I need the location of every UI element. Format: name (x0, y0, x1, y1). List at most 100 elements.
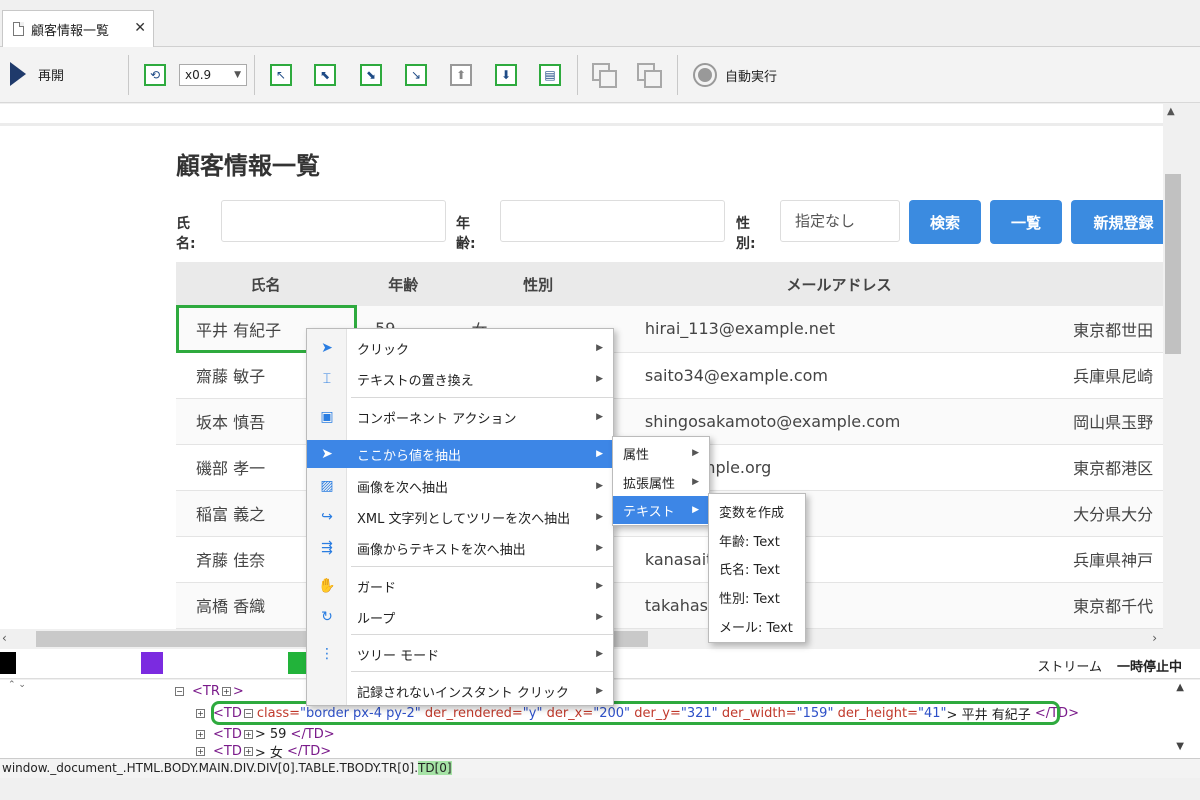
close-tab-icon[interactable]: ✕ (134, 20, 146, 36)
submenu-item-name-text[interactable]: 氏名: Text (709, 554, 805, 582)
cell-address[interactable]: 大分県大分 (1053, 490, 1163, 537)
select-parent-icon[interactable]: ↖ (270, 64, 292, 86)
tree-node-td[interactable]: + <TD + > 女 </TD> (196, 744, 331, 758)
cell-address[interactable]: 東京都世田 (1053, 306, 1163, 353)
cell-address[interactable]: 東京都千代 (1053, 582, 1163, 629)
element-path-selected: TD[0] (418, 761, 452, 775)
submenu-item-gender-text[interactable]: 性別: Text (709, 583, 805, 611)
scroll-left-icon[interactable]: ‹ (2, 631, 7, 645)
menu-item-extract-xml[interactable]: ↪ XML 文字列としてツリーを次へ抽出 ▶ (307, 503, 613, 531)
share-arrow-icon: ↪ (321, 509, 333, 525)
scroll-up-icon[interactable]: ▲ (1176, 682, 1184, 693)
submenu-item-attribute[interactable]: 属性 ▶ (613, 439, 709, 467)
header-email: メールアドレス (624, 262, 1054, 306)
tree-node-td-selected[interactable]: + <TD − class="border px-4 py-2" der_ren… (196, 704, 1079, 723)
zoom-select[interactable]: x0.9 ▼ (179, 64, 247, 86)
page-title: 顧客情報一覧 (176, 152, 320, 180)
submenu-item-mail-text[interactable]: メール: Text (709, 612, 805, 640)
window-restore-icon[interactable] (637, 63, 663, 89)
age-input[interactable] (500, 200, 725, 242)
select-up-left-icon[interactable]: ⬉ (314, 64, 336, 86)
resume-button[interactable]: 再開 (10, 62, 64, 86)
table-header-row: 氏名 年齢 性別 メールアドレス (176, 262, 1163, 306)
menu-item-click[interactable]: ➤ クリック ▶ (307, 334, 613, 362)
cell-email[interactable]: saito34@example.com (624, 352, 1054, 399)
hand-icon: ✋ (318, 578, 336, 594)
submenu-item-create-variable[interactable]: 変数を作成 (709, 497, 805, 525)
name-label: 氏名: (176, 216, 196, 252)
select-down-right-icon[interactable]: ⬊ (360, 64, 382, 86)
list-button[interactable]: 一覧 (990, 200, 1062, 244)
expand-icon[interactable]: + (196, 729, 205, 739)
element-path-bar: window._document_.HTML.BODY.MAIN.DIV.DIV… (0, 758, 1200, 778)
name-input[interactable] (221, 200, 446, 242)
submenu-item-age-text[interactable]: 年齢: Text (709, 526, 805, 554)
scroll-up-icon[interactable]: ▲ (1167, 106, 1175, 117)
document-view-icon[interactable]: ▤ (539, 64, 561, 86)
cell-address[interactable]: 東京都港区 (1053, 444, 1163, 491)
menu-item-replace-text[interactable]: ⌶ テキストの置き換え ▶ (307, 365, 613, 393)
td-attributes: class="border px-4 py-2" der_rendered="y… (256, 705, 947, 721)
collapse-icon[interactable]: − (175, 686, 184, 696)
cell-address[interactable]: 兵庫県神戸 (1053, 536, 1163, 583)
color-chip-purple[interactable] (141, 652, 163, 674)
menu-item-extract-image[interactable]: ▨ 画像を次へ抽出 ▶ (307, 472, 613, 500)
expand-icon[interactable]: + (243, 746, 253, 756)
menu-item-extract-ocr[interactable]: ⇶ 画像からテキストを次へ抽出 ▶ (307, 534, 613, 562)
new-register-button[interactable]: 新規登録 (1071, 200, 1163, 244)
window-switch-icon[interactable] (592, 63, 618, 89)
collapse-panel-icon[interactable]: ⌃ ⌄ (8, 680, 26, 690)
tr-tag-end: > (232, 683, 244, 699)
menu-item-loop[interactable]: ↻ ループ ▶ (307, 603, 613, 631)
auto-exec-label: 自動実行 (725, 69, 778, 85)
document-icon (13, 22, 24, 36)
ocr-icon: ⇶ (321, 540, 333, 556)
menu-item-extract-value[interactable]: ➤ ここから値を抽出 ▶ (307, 440, 613, 468)
tree-icon: ⋮ (320, 646, 334, 662)
tree-node-tr[interactable]: − <TR + > (175, 682, 244, 700)
submenu-item-text[interactable]: テキスト ▶ (613, 496, 709, 524)
menu-item-instant-click[interactable]: 記録されないインスタント クリック ▶ (307, 677, 613, 705)
collapse-icon[interactable]: − (243, 708, 253, 718)
page-header-band (0, 104, 1163, 126)
toolbar-divider (254, 55, 255, 95)
expand-icon[interactable]: + (221, 686, 231, 696)
resume-label: 再開 (38, 68, 65, 84)
gender-select[interactable]: 指定なし (780, 200, 900, 242)
toolbar-divider (577, 55, 578, 95)
expand-icon[interactable]: + (196, 746, 205, 756)
highlight-element-icon[interactable]: ⟲ (144, 64, 166, 86)
select-child-icon[interactable]: ↘ (405, 64, 427, 86)
context-menu: ➤ クリック ▶ ⌶ テキストの置き換え ▶ ▣ コンポーネント アクション ▶ ➤ … (306, 328, 614, 706)
cell-address[interactable]: 岡山県玉野 (1053, 398, 1163, 445)
td-open-tag: <TD (213, 744, 242, 758)
cell-email[interactable]: kanasait .jp (624, 536, 1054, 583)
menu-item-component-action[interactable]: ▣ コンポーネント アクション ▶ (307, 403, 613, 431)
td-text: > 平井 有紀子 (946, 707, 1035, 723)
header-name: 氏名 (176, 262, 356, 306)
scrollbar-thumb[interactable] (1165, 174, 1181, 354)
menu-item-tree-mode[interactable]: ⋮ ツリー モード ▶ (307, 640, 613, 668)
menu-item-guard[interactable]: ✋ ガード ▶ (307, 572, 613, 600)
cell-email[interactable]: hirai_113@example.net (624, 306, 1054, 353)
cell-address[interactable]: 兵庫県尼崎 (1053, 352, 1163, 399)
toolbar-divider (128, 55, 129, 95)
document-tab[interactable]: 顧客情報一覧 ✕ (2, 10, 154, 47)
submenu-item-extended-attribute[interactable]: 拡張属性 ▶ (613, 468, 709, 496)
stream-label: ストリーム (1037, 660, 1102, 675)
auto-exec-toggle[interactable]: 自動実行 (693, 63, 777, 87)
expand-icon[interactable]: + (196, 708, 205, 718)
cell-email[interactable]: takahas mple.ne.jp (624, 582, 1054, 629)
scroll-down-icon[interactable]: ▼ (1176, 741, 1184, 752)
extract-icon: ➤ (321, 446, 333, 462)
td-close-tag: </TD> (1034, 705, 1079, 721)
move-up-icon[interactable]: ⬆ (450, 64, 472, 86)
search-button[interactable]: 検索 (909, 200, 981, 244)
tree-node-td[interactable]: + <TD + > 59 </TD> (196, 725, 335, 743)
color-chip-black[interactable] (0, 652, 16, 674)
viewport-vertical-scrollbar[interactable]: ▲ (1163, 104, 1183, 629)
scroll-right-icon[interactable]: › (1152, 631, 1157, 645)
move-down-icon[interactable]: ⬇ (495, 64, 517, 86)
td-close-tag: </TD> (287, 744, 332, 758)
expand-icon[interactable]: + (243, 729, 253, 739)
